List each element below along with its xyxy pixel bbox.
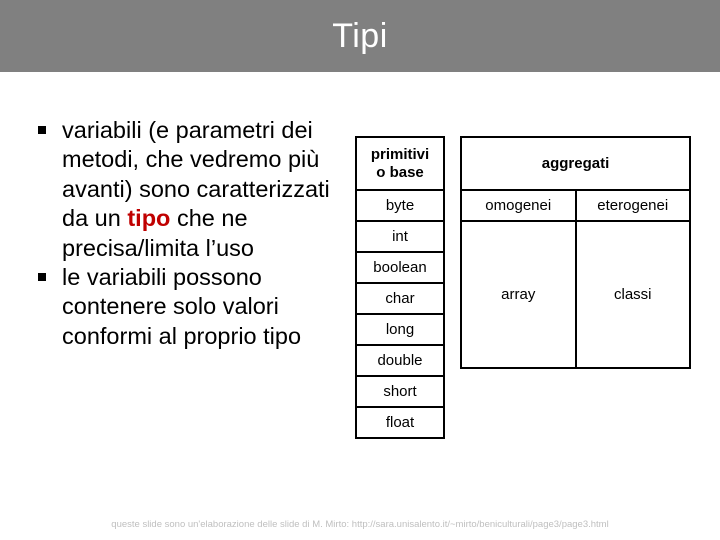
aggregate-subheader-omogenei: omogenei (460, 189, 577, 222)
table-row: int (355, 220, 445, 253)
primitive-header-line1: primitivi (370, 145, 430, 163)
aggregate-cell-classi: classi (574, 220, 691, 369)
primitive-type-cell: short (355, 375, 445, 408)
primitive-types-table: primitivi o base byte int boolean char l… (355, 136, 445, 439)
aggregate-cell-array: array (460, 220, 577, 369)
table-row: omogenei eterogenei (460, 189, 691, 222)
table-row: char (355, 282, 445, 315)
list-item: variabili (e parametri dei metodi, che v… (34, 116, 356, 263)
primitive-type-cell: boolean (355, 251, 445, 284)
table-row: aggregati (460, 136, 691, 191)
page-title: Tipi (332, 17, 388, 55)
bullet-1-keyword: tipo (127, 205, 171, 232)
aggregate-types-table: aggregati omogenei eterogenei array clas… (460, 136, 691, 369)
square-bullet-icon (38, 263, 54, 292)
primitive-type-cell: char (355, 282, 445, 315)
table-row: float (355, 406, 445, 439)
aggregate-subheader-eterogenei: eterogenei (574, 189, 691, 222)
primitive-type-cell: float (355, 406, 445, 439)
table-row: long (355, 313, 445, 346)
footer-attribution: queste slide sono un'elaborazione delle … (111, 519, 609, 530)
bullet-text: variabili (e parametri dei metodi, che v… (62, 116, 356, 263)
primitive-type-cell: long (355, 313, 445, 346)
table-row: boolean (355, 251, 445, 284)
primitive-type-cell: byte (355, 189, 445, 222)
primitive-table-header: primitivi o base (355, 136, 445, 191)
table-row: byte (355, 189, 445, 222)
bullet-list: variabili (e parametri dei metodi, che v… (34, 116, 356, 351)
table-row: primitivi o base (355, 136, 445, 191)
bullet-text: le variabili possono contenere solo valo… (62, 264, 302, 349)
list-item: le variabili possono contenere solo valo… (34, 263, 356, 351)
square-bullet-icon (38, 116, 54, 145)
slide-content: variabili (e parametri dei metodi, che v… (0, 72, 720, 504)
table-row: double (355, 344, 445, 377)
aggregate-table-header: aggregati (460, 136, 691, 191)
table-row: short (355, 375, 445, 408)
slide-title-band: Tipi (0, 0, 720, 72)
primitive-type-cell: int (355, 220, 445, 253)
table-row: array classi (460, 220, 691, 369)
primitive-type-cell: double (355, 344, 445, 377)
primitive-header-line2: o base (376, 163, 424, 181)
